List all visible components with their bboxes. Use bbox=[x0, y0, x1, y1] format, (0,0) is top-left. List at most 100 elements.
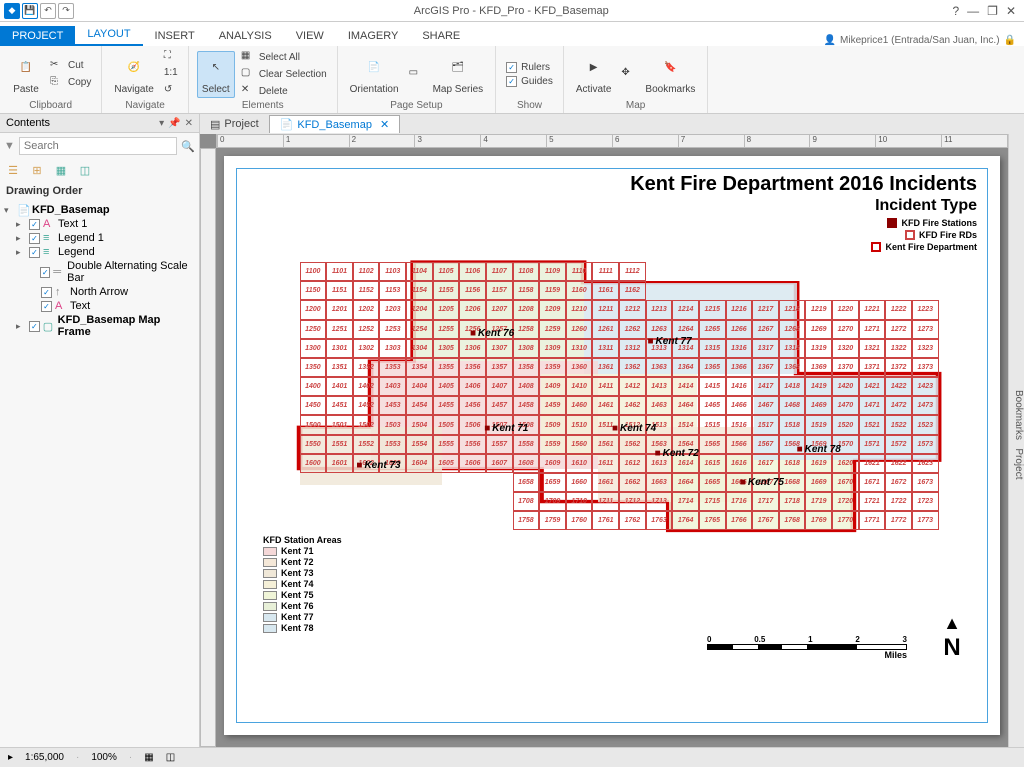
tab-analysis[interactable]: ANALYSIS bbox=[207, 26, 284, 46]
tree-item-north[interactable]: ✓↑North Arrow bbox=[4, 285, 195, 299]
search-input[interactable] bbox=[19, 137, 177, 155]
delete-icon: ✕ bbox=[241, 84, 255, 98]
tab-insert[interactable]: INSERT bbox=[143, 26, 207, 46]
group-pagesetup: Page Setup bbox=[346, 100, 488, 111]
nav-arrows-button[interactable]: ✥ bbox=[619, 66, 637, 82]
view-tab-basemap[interactable]: 📄KFD_Basemap✕ bbox=[269, 115, 401, 133]
size-icon: ▭ bbox=[409, 67, 423, 81]
status-zoom[interactable]: 100% bbox=[91, 752, 117, 763]
dock-right[interactable]: Bookmarks Project bbox=[1008, 114, 1024, 747]
paste-icon: 📋 bbox=[12, 54, 40, 82]
dock-project[interactable]: Project bbox=[1013, 448, 1024, 479]
orientation-icon: 📄 bbox=[360, 54, 388, 82]
text-icon: A bbox=[43, 218, 55, 230]
maximize-icon[interactable]: ❐ bbox=[987, 4, 998, 18]
minimize-icon[interactable]: — bbox=[967, 4, 979, 18]
clear-selection-button[interactable]: ▢Clear Selection bbox=[239, 66, 329, 82]
copy-button[interactable]: ⎘Copy bbox=[48, 75, 93, 91]
zoom-1to1-button[interactable]: 1:1 bbox=[162, 66, 180, 82]
help-icon[interactable]: ? bbox=[952, 4, 959, 18]
tab-view[interactable]: VIEW bbox=[284, 26, 336, 46]
user-icon: 👤 bbox=[824, 35, 836, 46]
close-tab-icon[interactable]: ✕ bbox=[380, 118, 389, 131]
map-subtitle: Incident Type bbox=[875, 197, 977, 215]
layout-icon: 📄 bbox=[17, 204, 29, 216]
mapframe-icon: ▢ bbox=[43, 320, 55, 332]
tree-root[interactable]: ▾📄KFD_Basemap bbox=[4, 203, 195, 217]
app-icon[interactable]: ◆ bbox=[4, 3, 20, 19]
north-arrow: ▲ N bbox=[943, 613, 961, 662]
qat-redo-icon[interactable]: ↷ bbox=[58, 3, 74, 19]
tree-item-text[interactable]: ✓AText bbox=[4, 299, 195, 313]
text-icon: A bbox=[55, 300, 67, 312]
list-by-label-icon[interactable]: ◫ bbox=[76, 161, 94, 179]
tree-item-text1[interactable]: ▸✓AText 1 bbox=[4, 217, 195, 231]
scalebar-icon: ═ bbox=[53, 266, 64, 278]
tab-project[interactable]: PROJECT bbox=[0, 26, 75, 46]
contents-title: Contents bbox=[6, 117, 50, 129]
list-by-drawing-icon[interactable]: ☰ bbox=[4, 161, 22, 179]
bookmarks-button[interactable]: 🔖Bookmarks bbox=[641, 52, 699, 97]
group-show: Show bbox=[504, 100, 555, 111]
zoom-1to1-icon: 1:1 bbox=[164, 67, 178, 81]
rulers-toggle[interactable]: ✓Rulers bbox=[504, 61, 555, 74]
delete-button[interactable]: ✕Delete bbox=[239, 83, 329, 99]
select-button[interactable]: ↖Select bbox=[197, 51, 235, 98]
window-title: ArcGIS Pro - KFD_Pro - KFD_Basemap bbox=[78, 5, 944, 17]
clear-icon: ▢ bbox=[241, 67, 255, 81]
lock-icon[interactable]: 🔒 bbox=[1004, 35, 1016, 46]
arrows-icon: ✥ bbox=[621, 67, 635, 81]
close-icon[interactable]: ✕ bbox=[1006, 4, 1016, 18]
cut-button[interactable]: ✂Cut bbox=[48, 58, 93, 74]
ruler-horizontal: 01234567891011 bbox=[216, 134, 1008, 148]
tab-share[interactable]: SHARE bbox=[410, 26, 472, 46]
map-series-button[interactable]: 🗂Map Series bbox=[429, 52, 488, 97]
dock-bookmarks[interactable]: Bookmarks bbox=[1013, 390, 1024, 440]
bookmarks-icon: 🔖 bbox=[656, 54, 684, 82]
zoom-full-button[interactable]: ⛶ bbox=[162, 49, 180, 65]
select-all-button[interactable]: ▦Select All bbox=[239, 49, 329, 65]
navigate-button[interactable]: 🧭Navigate bbox=[110, 52, 157, 97]
view-tab-project[interactable]: ▤Project bbox=[200, 116, 269, 133]
tab-layout[interactable]: LAYOUT bbox=[75, 24, 142, 46]
size-button[interactable]: ▭ bbox=[407, 66, 425, 82]
status-scale[interactable]: 1:65,000 bbox=[25, 752, 64, 763]
legend-icon: ≡ bbox=[43, 246, 55, 258]
search-icon[interactable]: 🔍 bbox=[181, 140, 195, 153]
tree-item-legend1[interactable]: ▸✓≡Legend 1 bbox=[4, 231, 195, 245]
qat-save-icon[interactable]: 💾 bbox=[22, 3, 38, 19]
north-icon: ↑ bbox=[55, 286, 67, 298]
list-by-selection-icon[interactable]: ▦ bbox=[52, 161, 70, 179]
guides-toggle[interactable]: ✓Guides bbox=[504, 75, 555, 88]
map-frame[interactable]: Kent Fire Department 2016 Incidents Inci… bbox=[236, 168, 988, 723]
navigate-icon: 🧭 bbox=[120, 54, 148, 82]
tree-item-scalebar[interactable]: ✓═Double Alternating Scale Bar bbox=[4, 259, 195, 285]
project-view-icon: ▤ bbox=[210, 118, 220, 131]
activate-button[interactable]: ▶Activate bbox=[572, 52, 616, 97]
group-elements: Elements bbox=[197, 100, 329, 111]
orientation-button[interactable]: 📄Orientation bbox=[346, 52, 403, 97]
legend-bottom: KFD Station AreasKent 71Kent 72Kent 73Ke… bbox=[263, 535, 342, 634]
paste-button[interactable]: 📋 Paste bbox=[8, 52, 44, 97]
tab-imagery[interactable]: IMAGERY bbox=[336, 26, 411, 46]
close-panel-icon[interactable]: ✕ bbox=[185, 118, 193, 129]
autohide-icon[interactable]: ▾ bbox=[159, 118, 164, 129]
group-map: Map bbox=[572, 100, 700, 111]
status-expand-icon[interactable]: ▸ bbox=[8, 752, 13, 763]
user-name[interactable]: Mikeprice1 (Entrada/San Juan, Inc.) bbox=[840, 35, 1000, 46]
status-snap-icon[interactable]: ◫ bbox=[166, 752, 175, 763]
scale-bar: 00.5123 Miles bbox=[707, 635, 907, 660]
list-by-source-icon[interactable]: ⊞ bbox=[28, 161, 46, 179]
drawing-order-header: Drawing Order bbox=[0, 181, 199, 201]
tree-item-legend[interactable]: ▸✓≡Legend bbox=[4, 245, 195, 259]
status-grid-icon[interactable]: ▦ bbox=[144, 752, 153, 763]
tree-item-mapframe[interactable]: ▸✓▢KFD_Basemap Map Frame bbox=[4, 313, 195, 339]
layout-page[interactable]: Kent Fire Department 2016 Incidents Inci… bbox=[224, 156, 1000, 735]
filter-icon[interactable]: ▼ bbox=[4, 140, 15, 152]
map-body[interactable]: 1100110111021103110411051106110711081109… bbox=[257, 229, 967, 642]
zoom-full-icon: ⛶ bbox=[164, 50, 178, 64]
zoom-prev-button[interactable]: ↺ bbox=[162, 83, 180, 99]
pin-icon[interactable]: 📌 bbox=[168, 118, 180, 129]
qat-undo-icon[interactable]: ↶ bbox=[40, 3, 56, 19]
layout-view-icon: 📄 bbox=[280, 118, 294, 131]
